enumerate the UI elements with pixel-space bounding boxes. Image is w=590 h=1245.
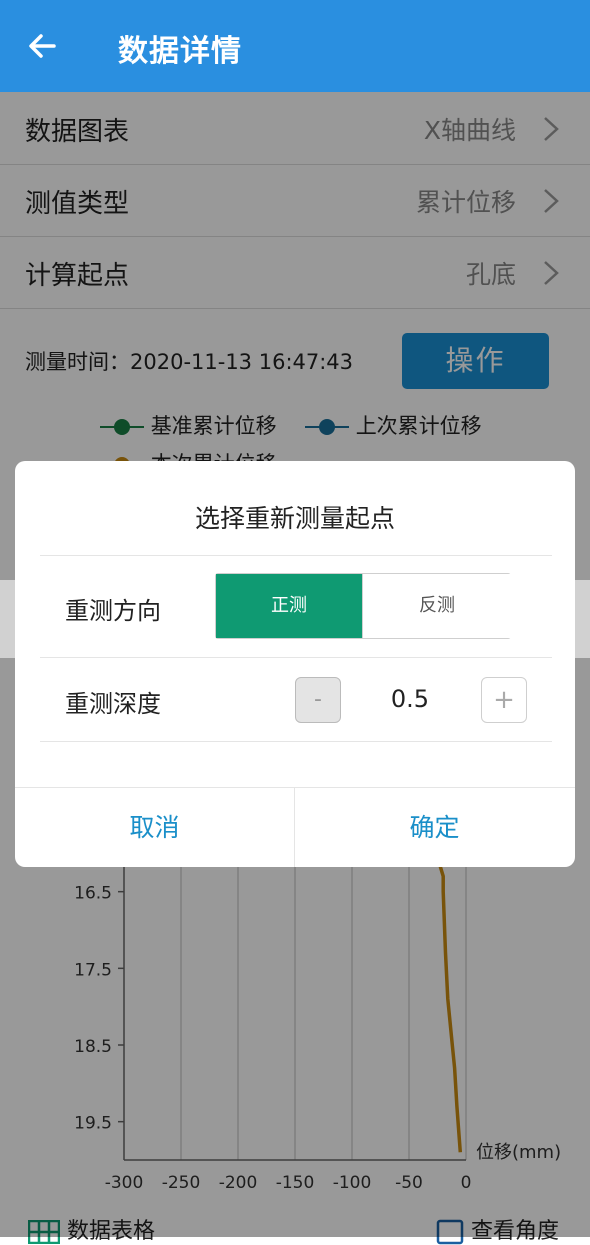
- restart-point-dialog: 选择重新测量起点 重测方向 正测 反测 重测深度 - 0.5 + 取消 确定: [15, 461, 575, 867]
- app-header: 数据详情: [0, 0, 590, 92]
- increment-button[interactable]: +: [481, 677, 527, 723]
- dialog-title: 选择重新测量起点: [194, 504, 395, 533]
- forward-option[interactable]: 正测: [216, 574, 362, 638]
- page-title: 数据详情: [118, 34, 242, 69]
- confirm-button[interactable]: 确定: [295, 788, 574, 867]
- depth-value: 0.5: [390, 685, 430, 713]
- direction-label: 重测方向: [65, 597, 161, 625]
- divider: [40, 741, 552, 742]
- direction-segmented-control: 正测 反测: [215, 573, 511, 639]
- data-detail-page: 数据详情 数据图表 X轴曲线 测值类型 累计位移 计算起点 孔底 测量时间：20…: [0, 0, 590, 1245]
- depth-label: 重测深度: [65, 690, 161, 718]
- decrement-button[interactable]: -: [295, 677, 341, 723]
- divider: [40, 657, 552, 658]
- back-arrow-icon[interactable]: [24, 28, 60, 64]
- cancel-button[interactable]: 取消: [15, 788, 295, 867]
- divider: [40, 555, 552, 556]
- reverse-option[interactable]: 反测: [362, 574, 511, 638]
- dialog-footer: 取消 确定: [15, 787, 575, 867]
